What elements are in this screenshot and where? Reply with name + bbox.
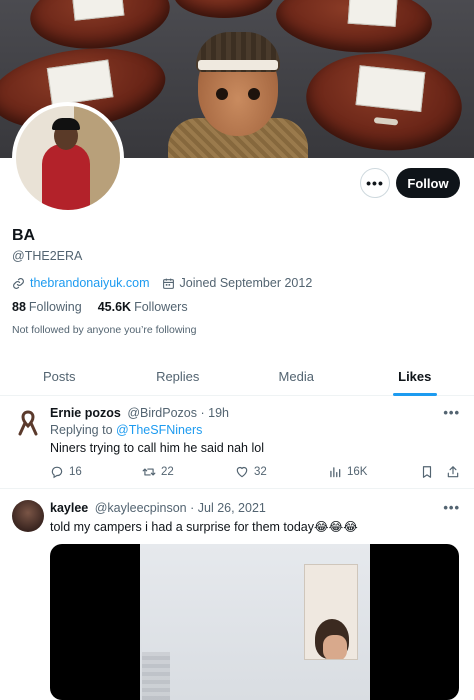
reply-to-handle[interactable]: @TheSFNiners [116,423,202,437]
reply-count: 16 [69,466,82,478]
follow-button[interactable]: Follow [396,168,460,198]
following-label: Following [28,300,82,314]
share-button[interactable] [446,465,460,479]
not-followed-notice: Not followed by anyone you’re following [12,324,197,336]
website-link[interactable]: thebrandonaiyuk.com [30,276,150,290]
followers-link[interactable]: 45.6K Followers [98,300,188,314]
tweet-time[interactable]: · 19h [200,406,229,420]
reply-button[interactable]: 16 [50,465,82,479]
football-image [273,0,435,58]
pip-hand [323,635,347,659]
like-count: 32 [254,466,267,478]
tweet-header: Ernie pozos @BirdPozos · 19h [50,406,229,420]
heart-icon [236,466,248,478]
link-icon [13,277,24,289]
baby-eye-left [216,88,228,100]
more-options-button[interactable]: ••• [360,168,390,198]
tweet[interactable]: kaylee @kayleecpinson · Jul 26, 2021 •••… [0,490,474,700]
avatar-person-cap [52,118,80,130]
tweet-text: told my campers i had a surprise for the… [50,520,358,534]
tweet-author-name[interactable]: Ernie pozos [50,406,121,420]
tweet-more-button[interactable]: ••• [443,500,460,515]
tweet-author-name[interactable]: kaylee [50,501,88,515]
tweet-author-handle[interactable]: @BirdPozos [127,406,197,420]
following-count: 88 [12,300,26,314]
tweet-media[interactable] [50,544,459,700]
share-icon [447,466,459,478]
avatar-person-jacket [42,144,90,210]
tweet[interactable]: Ernie pozos @BirdPozos · 19h ••• Replyin… [0,397,474,489]
tweet-header: kaylee @kayleecpinson · Jul 26, 2021 [50,501,266,515]
tab-likes[interactable]: Likes [356,358,474,395]
ribbon-icon [18,410,38,436]
football-image [26,0,174,56]
profile-meta: thebrandonaiyuk.com Joined September 201… [12,275,312,291]
reply-icon [51,466,63,479]
like-button[interactable]: 32 [235,465,267,479]
followers-count: 45.6K [97,300,132,314]
tweet-avatar[interactable] [12,500,44,532]
retweet-button[interactable]: 22 [142,465,174,479]
views-button[interactable]: 16K [328,465,367,479]
user-handle: @THE2ERA [12,249,83,263]
joined-date: Joined September 2012 [179,276,313,290]
football-image [174,0,274,18]
profile-tabs: Posts Replies Media Likes [0,358,474,396]
views-count: 16K [347,466,368,478]
media-pip-window [304,564,358,660]
tweet-author-handle[interactable]: @kayleecpinson [95,501,187,515]
football-image [301,46,467,158]
baby-eye-right [248,88,260,100]
tweet-avatar[interactable] [12,407,44,439]
replying-to: Replying to @TheSFNiners [50,423,202,437]
media-blur [142,652,170,700]
tweet-time[interactable]: · Jul 26, 2021 [190,501,266,515]
tweet-text: Niners trying to call him he said nah lo… [50,441,264,455]
retweet-count: 22 [161,466,174,478]
following-link[interactable]: 88 Following [12,300,82,314]
views-icon [330,467,341,478]
bookmark-button[interactable] [420,465,434,479]
follow-counts: 88 Following 45.6K Followers [12,300,188,314]
tweet-more-button[interactable]: ••• [443,405,460,420]
tweet-actions: 16 22 32 16K [50,465,460,481]
tab-replies[interactable]: Replies [119,358,238,395]
profile-avatar[interactable] [12,102,124,214]
tab-media[interactable]: Media [237,358,356,395]
reply-prefix: Replying to [50,423,113,437]
bookmark-icon [422,466,432,478]
display-name: BA [12,227,36,244]
calendar-icon [162,278,174,289]
followers-label: Followers [134,300,188,314]
tab-posts[interactable]: Posts [0,358,119,395]
beanie-band [198,60,278,70]
retweet-icon [142,468,156,476]
